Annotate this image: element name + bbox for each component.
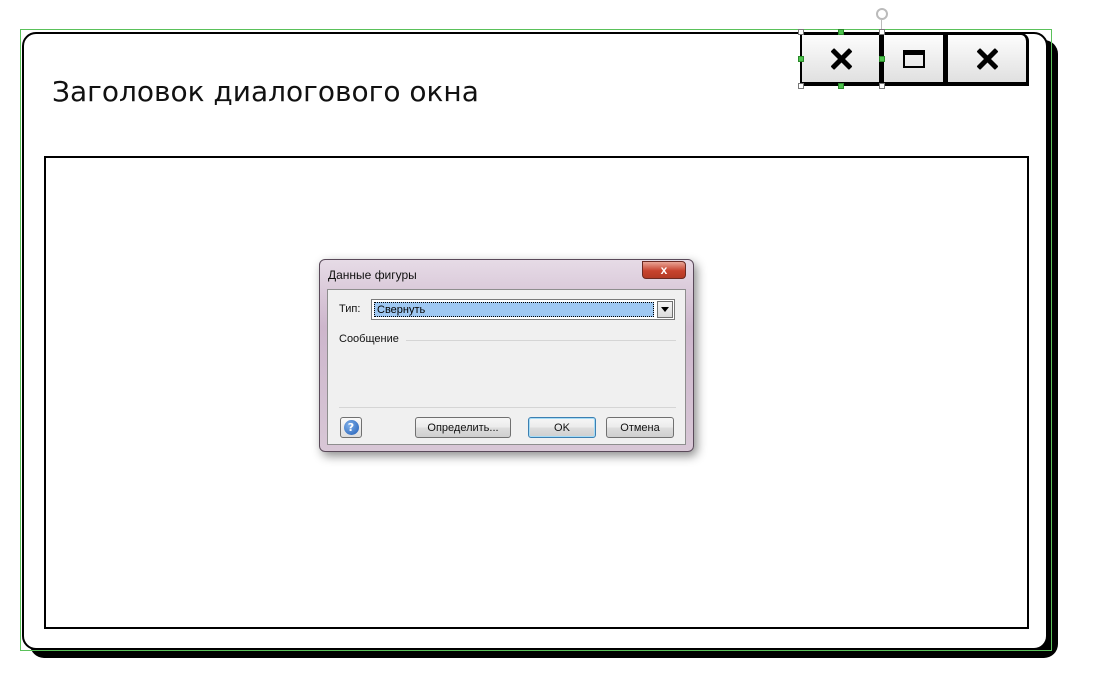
message-label: Сообщение [339, 333, 399, 345]
help-button[interactable]: ? [340, 417, 362, 438]
dialog-title: Данные фигуры [328, 268, 417, 282]
dialog-close-button[interactable]: x [642, 261, 686, 279]
chevron-down-icon[interactable] [657, 301, 673, 318]
dialog-body: Тип: Свернуть Сообщение ? Определить... … [327, 289, 686, 445]
close-icon [976, 48, 998, 70]
type-label: Тип: [339, 303, 361, 315]
type-select-value: Свернуть [374, 302, 654, 317]
resize-handle-top-right[interactable] [879, 29, 885, 35]
help-icon: ? [343, 420, 359, 435]
resize-handle-top[interactable] [838, 29, 844, 35]
close-icon: x [660, 263, 668, 277]
cancel-button[interactable]: Отмена [606, 417, 674, 438]
buttons-divider [339, 407, 676, 408]
window-close-button[interactable] [946, 33, 1029, 86]
close-icon [830, 48, 852, 70]
resize-handle-bottom[interactable] [838, 83, 844, 89]
message-group-divider [406, 340, 676, 341]
resize-handle-top-left[interactable] [798, 29, 804, 35]
shape-data-dialog: Данные фигуры x Тип: Свернуть Сообщение … [319, 259, 694, 452]
ok-button[interactable]: OK [528, 417, 596, 438]
type-select[interactable]: Свернуть [371, 299, 675, 320]
window-maximize-button[interactable] [882, 33, 946, 86]
resize-handle-bottom-left[interactable] [798, 83, 804, 89]
define-button[interactable]: Определить... [415, 417, 511, 438]
resize-handle-left[interactable] [798, 56, 804, 62]
resize-handle-bottom-right[interactable] [879, 83, 885, 89]
rotate-handle-icon[interactable] [876, 8, 888, 20]
maximize-icon [902, 49, 925, 68]
window-close-button-alt[interactable] [800, 33, 882, 86]
resize-handle-right[interactable] [879, 56, 885, 62]
window-title: Заголовок диалогового окна [52, 75, 479, 108]
